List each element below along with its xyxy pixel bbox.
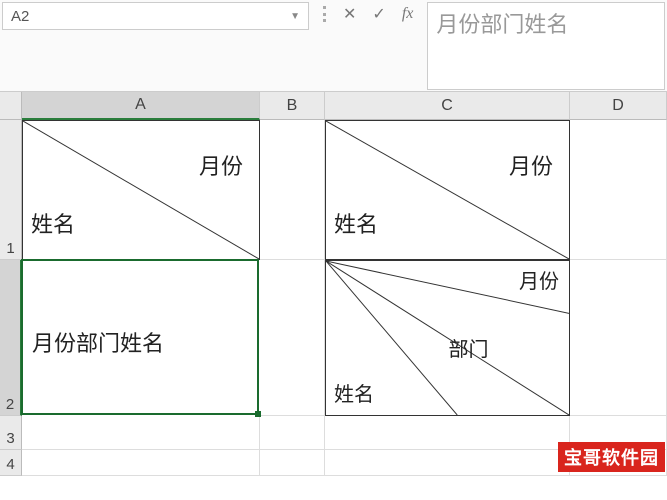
a1-top-label: 月份 (199, 149, 243, 181)
formula-bar: A2 ▼ ✕ ✓ fx 月份部门姓名 (0, 0, 667, 92)
a1-bottom-label: 姓名 (31, 207, 75, 239)
cell-B4[interactable] (260, 450, 325, 476)
cell-C4[interactable] (325, 450, 570, 476)
name-box-value: A2 (11, 8, 29, 25)
row-header-1[interactable]: 1 (0, 120, 22, 260)
separator-icon (323, 6, 327, 22)
formula-bar-buttons: ✕ ✓ fx (311, 0, 425, 24)
row-header-4[interactable]: 4 (0, 450, 22, 476)
diagonal-header-a1[interactable]: 月份 姓名 (22, 120, 260, 260)
cells-area[interactable]: 月份 姓名月份部门姓名 月份 姓名 月份 部门 姓名 (22, 120, 667, 476)
c2-bottom-label: 姓名 (334, 378, 374, 407)
cell-B2[interactable] (260, 260, 325, 416)
spreadsheet-grid: 1234 ABCD 月份 姓名月份部门姓名 月份 姓名 月份 部门 姓名 (0, 92, 667, 476)
row-header-2[interactable]: 2 (0, 260, 22, 416)
cell-A4[interactable] (22, 450, 260, 476)
column-header-A[interactable]: A (22, 92, 260, 120)
name-box-dropdown-icon[interactable]: ▼ (290, 11, 300, 22)
a2-text: 月份部门姓名 (32, 326, 164, 358)
triple-diagonal-header-c2[interactable]: 月份 部门 姓名 (325, 260, 570, 416)
cancel-icon[interactable]: ✕ (343, 4, 356, 24)
column-header-D[interactable]: D (570, 92, 667, 120)
diagonal-header-c1[interactable]: 月份 姓名 (325, 120, 570, 260)
c1-bottom-label: 姓名 (334, 207, 378, 239)
cell-B3[interactable] (260, 416, 325, 450)
column-header-B[interactable]: B (260, 92, 325, 120)
cell-A3[interactable] (22, 416, 260, 450)
formula-input[interactable]: 月份部门姓名 (427, 2, 665, 90)
c1-top-label: 月份 (509, 149, 553, 181)
fx-icon[interactable]: fx (402, 5, 414, 23)
cell-D1[interactable] (570, 120, 667, 260)
column-headers: ABCD (22, 92, 667, 120)
c2-mid-label: 部门 (449, 333, 489, 362)
watermark-badge: 宝哥软件园 (558, 442, 665, 472)
enter-icon[interactable]: ✓ (372, 4, 385, 24)
select-all-corner[interactable] (0, 92, 22, 120)
row-headers: 1234 (0, 120, 22, 476)
column-header-C[interactable]: C (325, 92, 570, 120)
c2-top-label: 月份 (519, 265, 559, 294)
cell-content-a2[interactable]: 月份部门姓名 (22, 260, 260, 416)
cell-C3[interactable] (325, 416, 570, 450)
name-box[interactable]: A2 ▼ (2, 2, 309, 30)
row-header-3[interactable]: 3 (0, 416, 22, 450)
cell-B1[interactable] (260, 120, 325, 260)
cell-D2[interactable] (570, 260, 667, 416)
